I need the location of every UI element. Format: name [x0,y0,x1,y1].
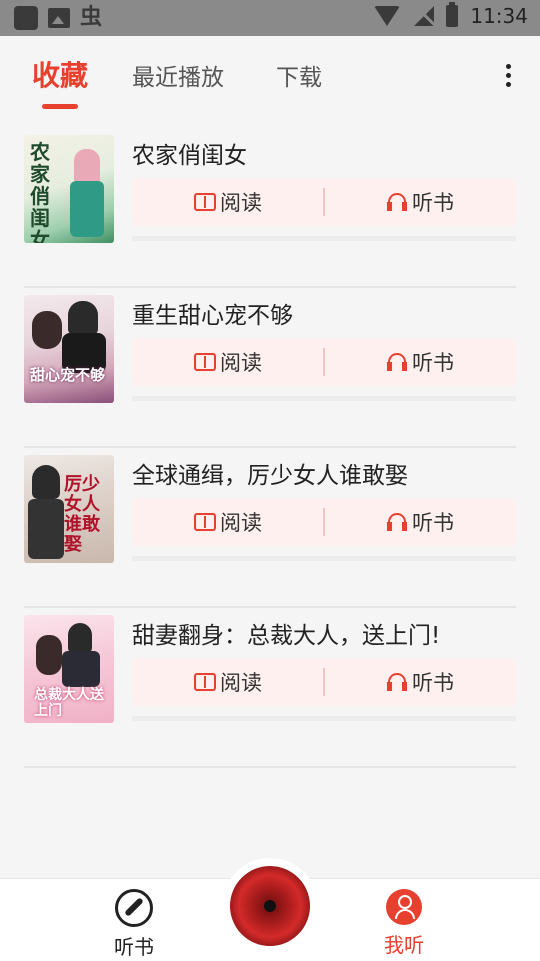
status-left-icons: 虫 [14,6,104,30]
action-divider [323,668,325,696]
listen-label: 听书 [412,351,454,375]
tab-favorites[interactable]: 收藏 [32,54,88,94]
book-title[interactable]: 重生甜心宠不够 [132,296,293,330]
album-art-disc [230,866,310,946]
active-tab-indicator [42,104,78,109]
headphones-icon [386,511,408,533]
nav-listen-label: 听书 [114,935,154,959]
action-divider [323,348,325,376]
cover-title: 厉少女人谁敢娶 [64,474,100,555]
reading-progress-bar [132,556,516,561]
listen-button[interactable]: 听书 [386,338,454,386]
read-label: 阅读 [220,351,262,375]
app-notification-icon [14,6,38,30]
listen-label: 听书 [412,511,454,535]
action-divider [323,188,325,216]
wifi-icon [374,6,401,26]
cover-title: 甜心宠不够 [30,366,106,384]
more-icon[interactable] [506,64,512,91]
status-bar: 虫 11:34 [0,0,540,36]
action-divider [323,508,325,536]
read-button[interactable]: 阅读 [194,498,262,546]
book-icon [194,673,216,691]
top-tabs: 收藏 最近播放 下载 [0,36,540,120]
book-icon [194,193,216,211]
compass-icon [115,889,153,927]
tab-downloads[interactable]: 下载 [276,58,322,92]
status-right-icons: 11:34 [374,2,528,28]
debug-icon: 虫 [80,5,103,30]
book-title[interactable]: 全球通缉，厉少女人谁敢娶 [132,456,408,490]
listen-button[interactable]: 听书 [386,658,454,706]
now-playing-disc[interactable] [222,858,318,954]
cover-title: 农家俏闺女 [30,140,50,243]
read-label: 阅读 [220,191,262,215]
status-time: 11:34 [470,4,528,28]
read-button[interactable]: 阅读 [194,658,262,706]
cover-title: 总裁大人送上门 [34,687,104,719]
list-item: 总裁大人送上门 甜妻翻身：总裁大人，送上门! 阅读 听书 [24,608,516,768]
headphones-icon [386,191,408,213]
image-notification-icon [48,8,70,28]
book-title[interactable]: 农家俏闺女 [132,136,247,170]
read-button[interactable]: 阅读 [194,338,262,386]
battery-icon [446,2,459,27]
no-signal-icon [412,6,435,26]
tab-recent[interactable]: 最近播放 [132,58,224,92]
nav-listen[interactable]: 听书 [94,889,174,960]
headphones-icon [386,351,408,373]
book-actions: 阅读 听书 [132,338,516,386]
read-label: 阅读 [220,671,262,695]
listen-label: 听书 [412,671,454,695]
book-icon [194,513,216,531]
book-cover[interactable]: 厉少女人谁敢娶 [24,455,114,563]
book-actions: 阅读 听书 [132,658,516,706]
listen-label: 听书 [412,191,454,215]
book-cover[interactable]: 农家俏闺女 [24,135,114,243]
reading-progress-bar [132,236,516,241]
favorites-list: 农家俏闺女 农家俏闺女 阅读 听书 甜心宠不够 重生甜心宠不够 阅读 听书 厉少… [24,128,516,768]
listen-button[interactable]: 听书 [386,498,454,546]
book-actions: 阅读 听书 [132,498,516,546]
read-button[interactable]: 阅读 [194,178,262,226]
person-icon [386,889,422,925]
list-item: 农家俏闺女 农家俏闺女 阅读 听书 [24,128,516,288]
reading-progress-bar [132,716,516,721]
headphones-icon [386,671,408,693]
book-actions: 阅读 听书 [132,178,516,226]
nav-mine-label: 我听 [384,933,424,957]
listen-button[interactable]: 听书 [386,178,454,226]
nav-mine[interactable]: 我听 [364,889,444,958]
reading-progress-bar [132,396,516,401]
book-title[interactable]: 甜妻翻身：总裁大人，送上门! [132,616,440,650]
list-item: 厉少女人谁敢娶 全球通缉，厉少女人谁敢娶 阅读 听书 [24,448,516,608]
list-item: 甜心宠不够 重生甜心宠不够 阅读 听书 [24,288,516,448]
book-icon [194,353,216,371]
book-cover[interactable]: 总裁大人送上门 [24,615,114,723]
read-label: 阅读 [220,511,262,535]
book-cover[interactable]: 甜心宠不够 [24,295,114,403]
